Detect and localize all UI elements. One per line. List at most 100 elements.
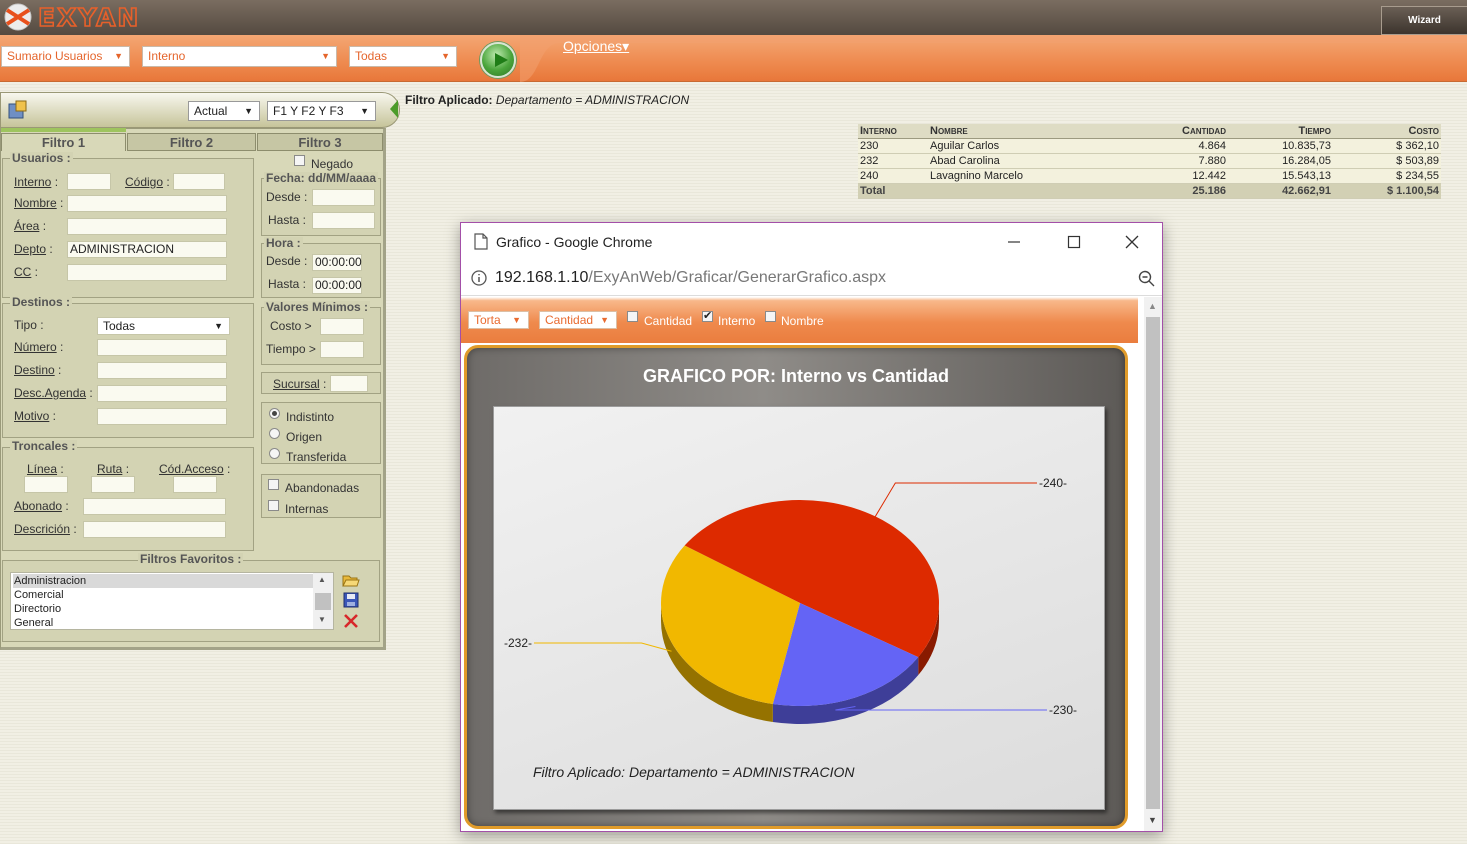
cell: $ 503,89 [1333,153,1441,169]
nombre-input[interactable] [67,195,227,212]
interno-input[interactable] [67,173,111,190]
descricion-input[interactable] [83,521,226,538]
list-item[interactable]: Administracion [13,574,313,588]
app-header [0,0,1467,35]
col-interno[interactable]: Interno [858,124,928,139]
col-nombre[interactable]: Nombre [928,124,1133,139]
hora-desde-input[interactable]: 00:00:00 [312,254,362,271]
close-icon[interactable] [1125,235,1139,249]
cod-acceso-label: Cód.Acceso : [159,462,231,476]
transferida-radio[interactable] [269,448,280,459]
delete-icon[interactable] [343,613,359,629]
scroll-down-icon[interactable]: ▼ [1148,815,1157,825]
hora-desde-label: Desde : [266,254,308,268]
table-row[interactable]: 230 Aguilar Carlos 4.864 10.835,73 $ 362… [858,138,1441,154]
abandonadas-checkbox[interactable] [268,479,279,490]
negado-label: Negado [311,157,354,171]
cell: 7.880 [1133,153,1228,169]
motivo-input[interactable] [97,408,227,425]
fecha-desde-input[interactable] [312,189,375,206]
origen-label: Origen [286,430,323,444]
pie-label-240: -240- [1039,476,1067,490]
minimize-icon[interactable] [1007,235,1021,249]
cell: 16.284,05 [1228,153,1333,169]
wizard-button[interactable]: Wizard [1381,6,1467,35]
valores-title: Valores Mínimos : [264,300,371,314]
popup-titlebar: Grafico - Google Chrome [461,223,1162,260]
scroll-up-icon[interactable]: ▲ [1148,301,1157,311]
linea-input[interactable] [24,476,68,493]
options-menu[interactable]: Opciones▾ [563,38,629,55]
value-select[interactable]: Cantidad ▼ [539,311,617,329]
maximize-icon[interactable] [1067,235,1081,249]
scroll-thumb[interactable] [315,593,331,610]
favoritos-scrollbar[interactable]: ▲ ▼ [313,573,333,629]
chart-title: GRAFICO POR: Interno vs Cantidad [642,366,950,386]
url-text[interactable]: 192.168.1.10/ExyAnWeb/Graficar/GenerarGr… [495,269,886,287]
favoritos-list[interactable]: Administracion Comercial Directorio Gene… [10,572,334,630]
nombre-checkbox[interactable] [765,311,776,322]
type-select[interactable]: Interno ▼ [142,46,337,67]
leader-line-240 [874,482,1037,517]
tab-filtro-3[interactable]: Filtro 3 [257,133,383,151]
tipo-select[interactable]: Todas ▼ [97,317,230,335]
list-item[interactable]: Comercial [13,588,313,602]
sucursal-input[interactable] [330,375,368,392]
scope-select[interactable]: Todas ▼ [349,46,457,67]
internas-checkbox[interactable] [268,500,279,511]
fecha-hasta-input[interactable] [312,212,375,229]
save-icon[interactable] [343,592,359,608]
cantidad-checkbox[interactable] [627,311,638,322]
fecha-title: Fecha: dd/MM/aaaa [264,171,379,185]
table-row[interactable]: 232 Abad Carolina 7.880 16.284,05 $ 503,… [858,153,1441,169]
zoom-icon[interactable] [1138,270,1155,287]
info-icon[interactable] [471,270,487,286]
scroll-thumb[interactable] [1146,317,1160,809]
list-item[interactable]: Directorio [13,602,313,616]
area-input[interactable] [67,218,227,235]
filter-info-icon[interactable] [8,100,28,120]
tab-filtro-1[interactable]: Filtro 1 [1,133,126,151]
popup-scrollbar[interactable]: ▲ ▼ [1144,297,1162,831]
scroll-down-icon[interactable]: ▼ [318,615,326,624]
cell: 12.442 [1133,168,1228,184]
chart-type-select[interactable]: Torta ▼ [468,311,529,329]
ruta-label: Ruta : [97,462,130,476]
tab-filtro-2[interactable]: Filtro 2 [127,133,256,151]
open-folder-icon[interactable] [342,572,360,588]
descricion-label: Descrición : [14,522,77,536]
cell: 42.662,91 [1228,183,1333,199]
col-costo[interactable]: Costo [1333,124,1441,139]
numero-label: Número : [14,340,64,354]
ruta-input[interactable] [91,476,135,493]
cod-acceso-input[interactable] [173,476,217,493]
cell: Aguilar Carlos [928,138,1133,154]
collapse-arrow-icon[interactable] [388,98,400,120]
scroll-up-icon[interactable]: ▲ [318,575,326,584]
hora-hasta-input[interactable]: 00:00:00 [312,277,362,294]
numero-input[interactable] [97,339,227,356]
period-select[interactable]: Actual ▼ [188,101,260,121]
cell: Lavagnino Marcelo [928,168,1133,184]
negado-checkbox[interactable] [294,155,305,166]
tiempo-input[interactable] [320,341,364,358]
run-play-button[interactable] [480,42,516,78]
hora-title: Hora : [264,236,303,250]
origen-radio[interactable] [269,428,280,439]
costo-input[interactable] [320,318,364,335]
list-item[interactable]: General [13,616,313,630]
codigo-input[interactable] [173,173,225,190]
depto-input[interactable]: ADMINISTRACION [67,241,227,258]
interno-checkbox[interactable] [702,309,713,322]
col-tiempo[interactable]: Tiempo [1228,124,1333,139]
indistinto-radio[interactable] [269,408,280,419]
destino-input[interactable] [97,362,227,379]
report-select[interactable]: Sumario Usuarios ▼ [1,46,130,67]
popup-addressbar[interactable]: 192.168.1.10/ExyAnWeb/Graficar/GenerarGr… [461,260,1162,296]
abonado-input[interactable] [83,498,226,515]
cc-input[interactable] [67,264,227,281]
filters-combine-select[interactable]: F1 Y F2 Y F3 ▼ [267,101,376,121]
table-row[interactable]: 240 Lavagnino Marcelo 12.442 15.543,13 $… [858,168,1441,184]
desc-agenda-input[interactable] [97,385,227,402]
col-cantidad[interactable]: Cantidad [1133,124,1228,139]
